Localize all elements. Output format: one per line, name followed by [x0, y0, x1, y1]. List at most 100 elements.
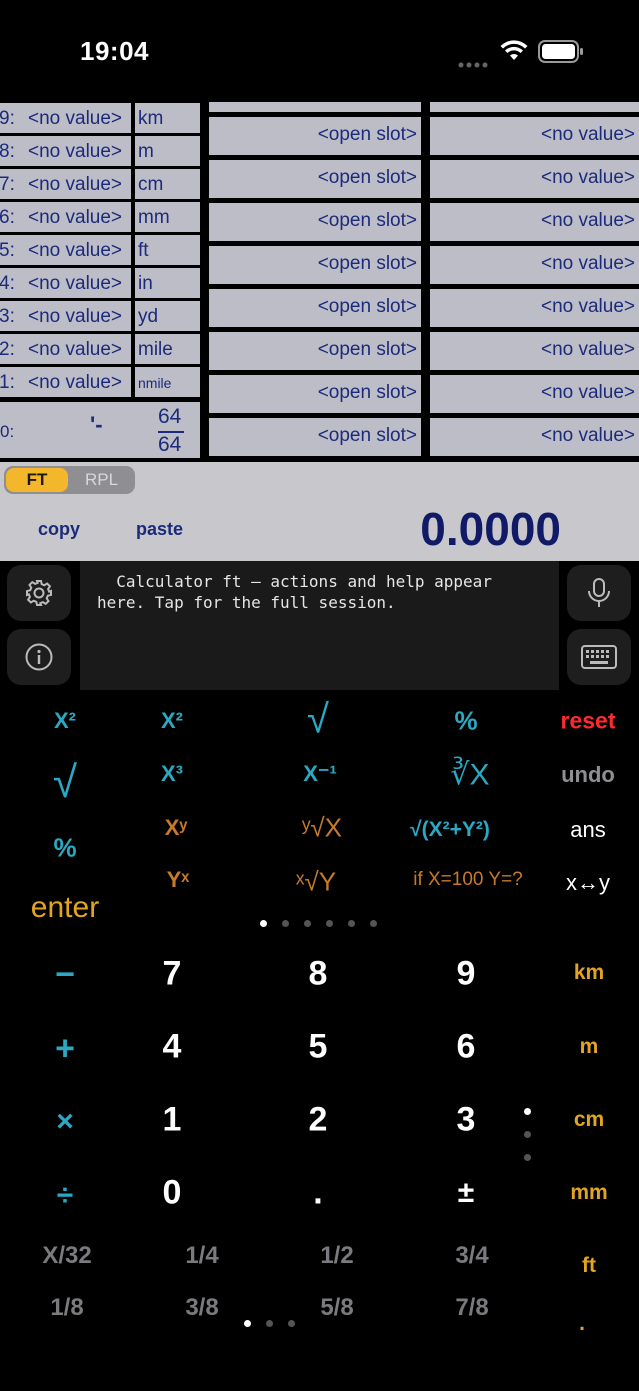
fraction-5-8-key[interactable]: 5/8 [320, 1294, 353, 1322]
register-row[interactable]: 9: <no value> [0, 103, 131, 133]
x-power-y-key[interactable]: Xʸ [165, 815, 188, 841]
register-row[interactable]: 5: <no value> [0, 235, 131, 265]
unit-ft-key[interactable]: ft [582, 1254, 596, 1278]
open-slot[interactable]: <open slot> [209, 102, 421, 112]
unit-km-key[interactable]: km [574, 961, 604, 985]
info-button[interactable] [7, 629, 71, 685]
fraction-7-8-key[interactable]: 7/8 [455, 1294, 488, 1322]
paste-button[interactable]: paste [136, 519, 183, 540]
unit-more-key[interactable]: . [579, 1312, 585, 1336]
x-root-y-key[interactable]: ˣ√Y [296, 867, 336, 898]
sqrt-key-2[interactable]: √ [53, 758, 77, 808]
page-indicator-dot[interactable] [260, 920, 267, 927]
open-slot[interactable]: <open slot> [209, 246, 421, 284]
register-row[interactable]: 1: <no value> [0, 367, 131, 397]
y-power-x-key[interactable]: Yˣ [167, 867, 190, 893]
digit-3-key[interactable]: 3 [457, 1101, 476, 1140]
open-slot[interactable]: <open slot> [209, 160, 421, 198]
open-slot[interactable]: <open slot> [209, 117, 421, 155]
register-row[interactable]: 4: <no value> [0, 268, 131, 298]
page-indicator-dot[interactable] [304, 920, 311, 927]
plus-minus-key[interactable]: ± [458, 1176, 474, 1210]
unit-page-dot[interactable] [524, 1131, 531, 1138]
fraction-1-2-key[interactable]: 1/2 [320, 1242, 353, 1270]
register-row[interactable]: 7: <no value> [0, 169, 131, 199]
plus-key[interactable]: + [55, 1030, 75, 1069]
slot-value[interactable]: <no value> [430, 117, 639, 155]
minus-key[interactable]: − [55, 956, 75, 995]
digit-4-key[interactable]: 4 [163, 1028, 182, 1067]
register-unit[interactable]: yd [135, 301, 200, 331]
fraction-1-8-key[interactable]: 1/8 [50, 1294, 83, 1322]
copy-button[interactable]: copy [38, 519, 80, 540]
percent-key-2[interactable]: % [53, 833, 76, 864]
settings-button[interactable] [7, 565, 71, 621]
multiply-key[interactable]: × [56, 1105, 74, 1139]
register-row[interactable]: 8: <no value> [0, 136, 131, 166]
unit-mm-key[interactable]: mm [570, 1181, 607, 1205]
register-unit[interactable]: in [135, 268, 200, 298]
digit-7-key[interactable]: 7 [163, 955, 182, 994]
unit-page-dot[interactable] [524, 1154, 531, 1161]
decimal-point-key[interactable]: . [313, 1174, 322, 1213]
digit-9-key[interactable]: 9 [457, 955, 476, 994]
digit-6-key[interactable]: 6 [457, 1028, 476, 1067]
slot-value[interactable]: <no value> [430, 160, 639, 198]
fraction-page-dot[interactable] [266, 1320, 273, 1327]
sqrt-key[interactable]: √ [307, 698, 329, 743]
open-slot[interactable]: <open slot> [209, 289, 421, 327]
unit-page-dot[interactable] [524, 1108, 531, 1115]
reset-key[interactable]: reset [561, 708, 616, 735]
open-slot[interactable]: <open slot> [209, 332, 421, 370]
ans-key[interactable]: ans [570, 817, 605, 843]
fraction-page-dot[interactable] [244, 1320, 251, 1327]
register-unit[interactable]: mm [135, 202, 200, 232]
register-row[interactable]: 6: <no value> [0, 202, 131, 232]
divide-key[interactable]: ÷ [57, 1179, 73, 1213]
register-row[interactable]: 3: <no value> [0, 301, 131, 331]
page-indicator-dot[interactable] [348, 920, 355, 927]
microphone-button[interactable] [567, 565, 631, 621]
register-0[interactable]: 0: '- 64 64 [0, 402, 200, 458]
if-x-100-key[interactable]: if X=100 Y=? [413, 869, 523, 891]
page-indicator-dot[interactable] [370, 920, 377, 927]
slot-value[interactable]: <no value> [430, 418, 639, 456]
undo-key[interactable]: undo [561, 762, 615, 788]
unit-m-key[interactable]: m [580, 1035, 599, 1059]
swap-xy-key[interactable]: x↔y [566, 870, 610, 896]
slot-value[interactable]: <no value> [430, 203, 639, 241]
slot-value[interactable]: <no value> [430, 375, 639, 413]
keyboard-button[interactable] [567, 629, 631, 685]
open-slot[interactable]: <open slot> [209, 418, 421, 456]
page-indicator-dot[interactable] [326, 920, 333, 927]
page-indicator-dot[interactable] [282, 920, 289, 927]
enter-key[interactable]: enter [31, 891, 99, 925]
fraction-1-4-key[interactable]: 1/4 [185, 1242, 218, 1270]
slot-value[interactable]: <no value> [430, 246, 639, 284]
x-squared-key[interactable]: X² [54, 708, 76, 734]
open-slot[interactable]: <open slot> [209, 203, 421, 241]
mode-rpl-button[interactable]: RPL [70, 468, 133, 492]
digit-2-key[interactable]: 2 [309, 1101, 328, 1140]
register-row[interactable]: 2: <no value> [0, 334, 131, 364]
cube-root-key[interactable]: ∛X [450, 758, 489, 793]
register-unit[interactable]: mile [135, 334, 200, 364]
register-unit[interactable]: m [135, 136, 200, 166]
fraction-page-dot[interactable] [288, 1320, 295, 1327]
fraction-x32-key[interactable]: X/32 [42, 1242, 91, 1270]
digit-1-key[interactable]: 1 [163, 1101, 182, 1140]
digit-5-key[interactable]: 5 [309, 1028, 328, 1067]
register-unit[interactable]: ft [135, 235, 200, 265]
hypotenuse-key[interactable]: √(X²+Y²) [410, 818, 490, 842]
percent-key[interactable]: % [454, 706, 477, 737]
digit-8-key[interactable]: 8 [309, 955, 328, 994]
register-unit[interactable]: cm [135, 169, 200, 199]
slot-value[interactable]: <no value> [430, 289, 639, 327]
slot-value[interactable]: <no value> [430, 332, 639, 370]
digit-0-key[interactable]: 0 [163, 1174, 182, 1213]
fraction-3-8-key[interactable]: 3/8 [185, 1294, 218, 1322]
x-squared-key-2[interactable]: X² [161, 708, 183, 734]
fraction-3-4-key[interactable]: 3/4 [455, 1242, 488, 1270]
x-inverse-key[interactable]: X⁻¹ [303, 761, 337, 787]
register-unit[interactable]: km [135, 103, 200, 133]
